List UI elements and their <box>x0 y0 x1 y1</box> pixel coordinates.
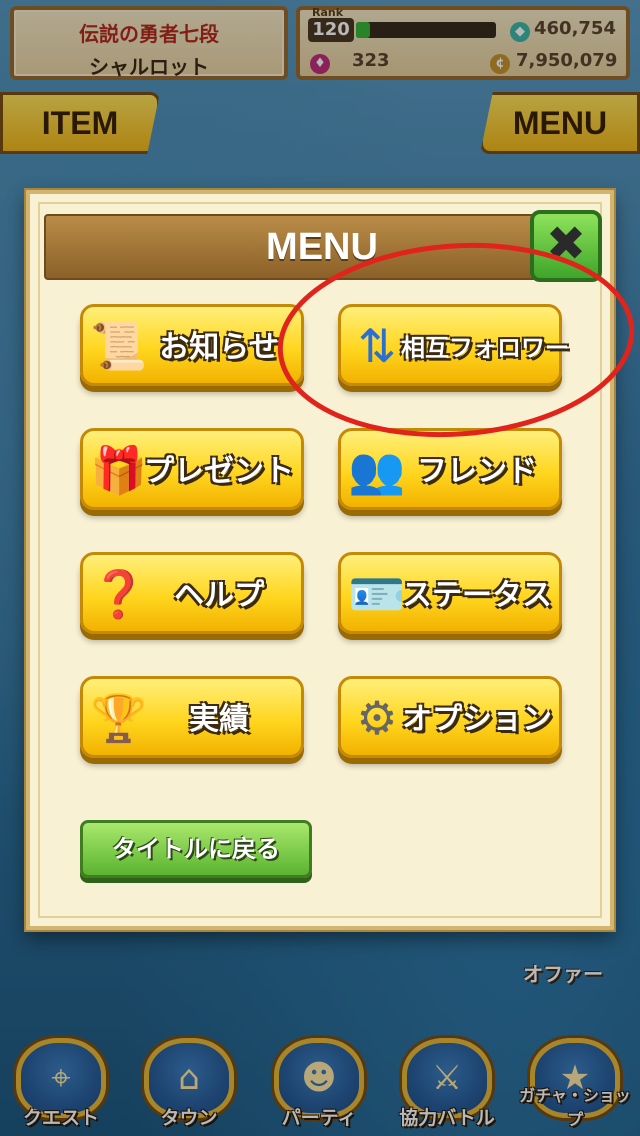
achievements-button[interactable]: 🏆 実績 <box>80 676 304 758</box>
menu-panel: MENU ✖ 📜 お知らせ ⇅ 相互フォロワー 🎁 プレゼント 👥 フレンド ❓… <box>26 190 614 930</box>
close-x-icon: ✖ <box>545 216 587 272</box>
achievements-label: 実績 <box>189 702 249 737</box>
help-icon: ❓ <box>90 567 148 621</box>
close-button[interactable]: ✖ <box>530 210 602 282</box>
status-label: ステータス <box>402 578 552 613</box>
gift-icon: 🎁 <box>90 443 148 497</box>
mutual-follower-label: 相互フォロワー <box>401 334 569 362</box>
friend-button[interactable]: 👥 フレンド <box>338 428 562 510</box>
news-button[interactable]: 📜 お知らせ <box>80 304 304 386</box>
status-card-icon: 🪪 <box>348 567 406 621</box>
friends-icon: 👥 <box>348 443 406 497</box>
menu-title: MENU <box>44 214 600 280</box>
friend-label: フレンド <box>417 454 537 489</box>
news-scroll-icon: 📜 <box>90 319 148 373</box>
help-label: ヘルプ <box>174 578 264 613</box>
mutual-follow-icon: ⇅ <box>357 319 397 373</box>
help-button[interactable]: ❓ ヘルプ <box>80 552 304 634</box>
news-label: お知らせ <box>159 330 279 365</box>
back-to-title-button[interactable]: タイトルに戻る <box>80 820 312 878</box>
present-button[interactable]: 🎁 プレゼント <box>80 428 304 510</box>
status-button[interactable]: 🪪 ステータス <box>338 552 562 634</box>
options-label: オプション <box>402 702 552 737</box>
present-label: プレゼント <box>144 454 294 489</box>
gear-icon: ⚙ <box>356 691 398 745</box>
trophy-icon: 🏆 <box>90 691 148 745</box>
mutual-follower-button[interactable]: ⇅ 相互フォロワー <box>338 304 569 386</box>
options-button[interactable]: ⚙ オプション <box>338 676 562 758</box>
